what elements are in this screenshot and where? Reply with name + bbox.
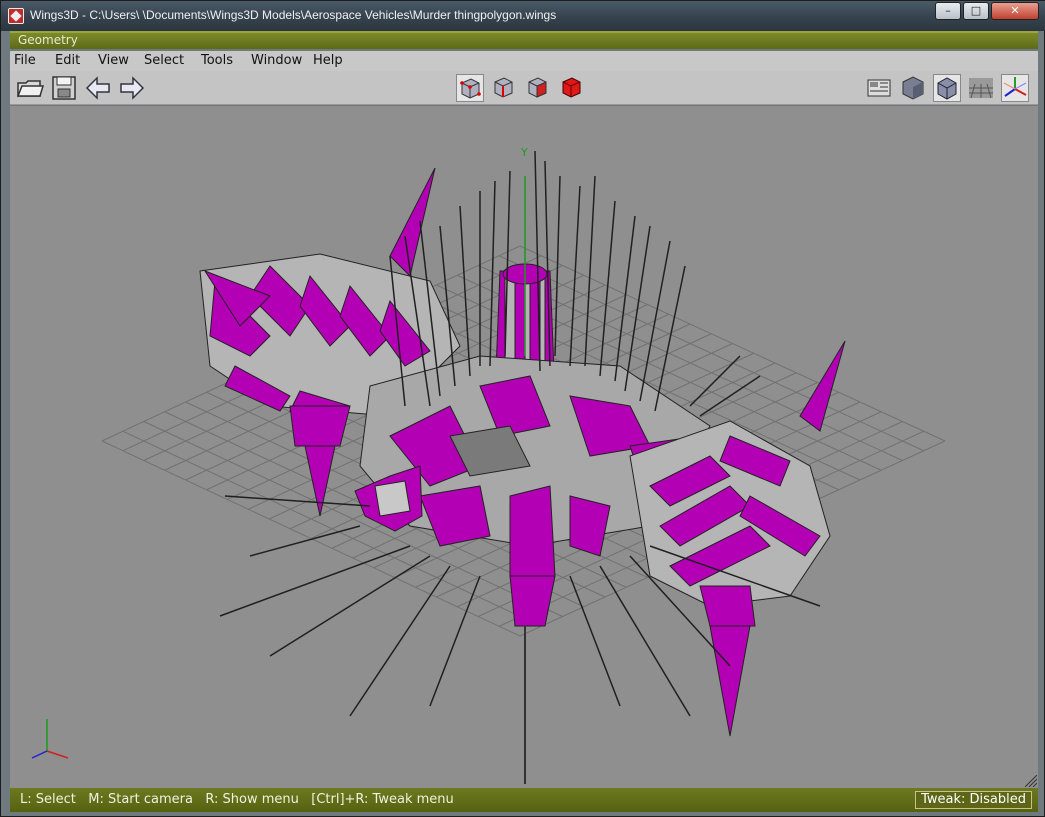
toolbar	[10, 71, 1038, 105]
geometry-title: Geometry	[18, 33, 78, 47]
scene-render: Y	[31, 146, 946, 784]
menu-edit[interactable]: Edit	[55, 53, 80, 68]
menu-view[interactable]: View	[98, 53, 129, 68]
3d-viewport[interactable]: Y	[10, 106, 1038, 788]
groundplane-icon[interactable]	[967, 74, 995, 102]
menu-tools[interactable]: Tools	[201, 53, 233, 68]
geometry-window-header[interactable]: Geometry	[10, 31, 1038, 49]
resize-grip-icon[interactable]	[1025, 775, 1037, 787]
maximize-button[interactable]: □	[963, 2, 989, 20]
open-folder-icon[interactable]	[16, 74, 45, 102]
undo-arrow-icon[interactable]	[84, 74, 112, 102]
mouse-hint-text: L: Select M: Start camera R: Show menu […	[20, 792, 454, 807]
world-y-axis-label: Y	[520, 146, 528, 159]
menu-bar: File Edit View Select Tools Window Help	[10, 51, 1038, 71]
save-icon[interactable]	[50, 74, 78, 102]
status-bar: L: Select M: Start camera R: Show menu […	[10, 788, 1038, 812]
minimize-button[interactable]: –	[935, 2, 961, 20]
menu-help[interactable]: Help	[313, 53, 343, 68]
tweak-status[interactable]: Tweak: Disabled	[915, 791, 1032, 809]
smooth-shading-icon[interactable]	[899, 74, 927, 102]
face-mode-icon[interactable]	[524, 74, 552, 102]
redo-arrow-icon[interactable]	[118, 74, 146, 102]
wings3d-app-icon	[8, 8, 24, 24]
window-title: Wings3D - C:\Users\ \Documents\Wings3D M…	[30, 8, 557, 22]
menu-file[interactable]: File	[14, 53, 36, 68]
menu-window[interactable]: Window	[251, 53, 302, 68]
axes-icon[interactable]	[1001, 74, 1029, 102]
flat-shading-icon[interactable]	[933, 74, 961, 102]
wings3d-window: Wings3D - C:\Users\ \Documents\Wings3D M…	[0, 0, 1045, 817]
vertex-mode-icon[interactable]	[456, 74, 484, 102]
body-mode-icon[interactable]	[558, 74, 586, 102]
title-bar[interactable]: Wings3D - C:\Users\ \Documents\Wings3D M…	[1, 1, 1045, 31]
close-button[interactable]: ✕	[991, 2, 1039, 20]
mesh-model	[199, 167, 846, 784]
workmode-icon[interactable]	[865, 74, 893, 102]
mini-axis-icon	[31, 719, 69, 759]
menu-select[interactable]: Select	[144, 53, 184, 68]
edge-mode-icon[interactable]	[490, 74, 518, 102]
